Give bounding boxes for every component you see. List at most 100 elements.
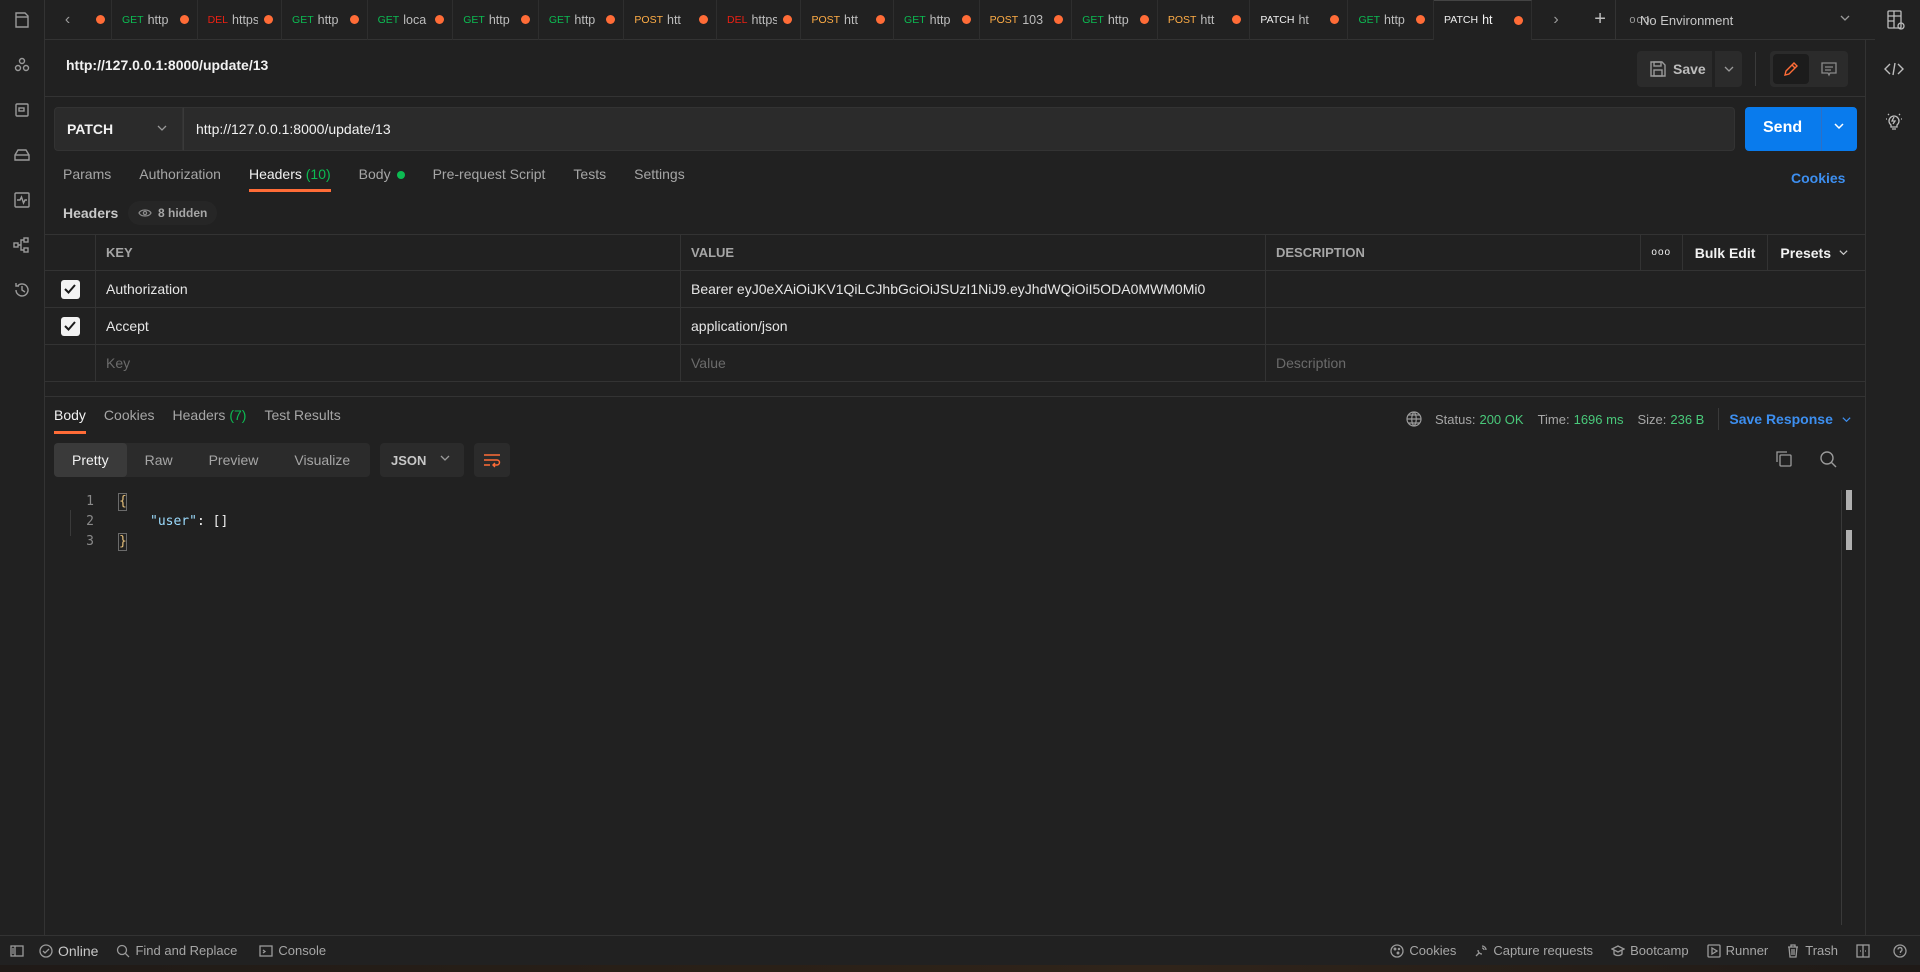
row-checkbox[interactable] bbox=[60, 279, 80, 299]
header-value[interactable]: application/json bbox=[680, 308, 1265, 344]
scrollbar-marker[interactable] bbox=[1846, 490, 1852, 510]
response-tab-body[interactable]: Body bbox=[54, 407, 86, 434]
wrap-lines-button[interactable] bbox=[474, 443, 510, 477]
scrollbar-marker[interactable] bbox=[1846, 530, 1852, 550]
environment-quick-look-icon[interactable] bbox=[1886, 9, 1906, 34]
request-tab[interactable]: GET http bbox=[112, 0, 198, 40]
view-preview[interactable]: Preview bbox=[191, 443, 277, 477]
header-key[interactable]: Accept bbox=[95, 308, 680, 344]
request-tab[interactable]: PATCH ht bbox=[1250, 0, 1349, 40]
apis-icon[interactable] bbox=[12, 100, 32, 120]
new-file-icon[interactable] bbox=[12, 10, 32, 30]
request-tab[interactable]: GET http bbox=[1072, 0, 1158, 40]
request-tab[interactable]: GET http bbox=[894, 0, 980, 40]
view-raw[interactable]: Raw bbox=[127, 443, 191, 477]
header-key[interactable]: Authorization bbox=[95, 271, 680, 307]
editor-scrollbar-track[interactable] bbox=[1841, 490, 1842, 925]
bootcamp-button[interactable]: Bootcamp bbox=[1611, 943, 1689, 958]
history-icon[interactable] bbox=[12, 280, 32, 300]
unsaved-dot-icon bbox=[876, 15, 886, 24]
monitors-icon[interactable] bbox=[12, 190, 32, 210]
chevron-down-icon[interactable] bbox=[1841, 414, 1852, 425]
code-snippet-icon[interactable] bbox=[1883, 58, 1905, 80]
response-tab-headers[interactable]: Headers (7) bbox=[173, 407, 247, 434]
format-select[interactable]: JSON bbox=[380, 443, 464, 477]
request-tab[interactable]: PATCH ht bbox=[1434, 0, 1533, 40]
edit-mode-button[interactable] bbox=[1773, 54, 1809, 84]
status-value[interactable]: 200 OK bbox=[1479, 412, 1523, 427]
hidden-headers-toggle[interactable]: 8 hidden bbox=[128, 201, 218, 225]
tab-headers[interactable]: Headers (10) bbox=[248, 166, 331, 192]
runner-button[interactable]: Runner bbox=[1706, 943, 1768, 958]
header-value[interactable]: Bearer eyJ0eXAiOiJKV1QiLCJhbGciOiJSUzI1N… bbox=[680, 271, 1265, 307]
presets-dropdown[interactable]: Presets bbox=[1767, 235, 1865, 270]
environments-icon[interactable] bbox=[12, 145, 32, 165]
find-replace-button[interactable]: Find and Replace bbox=[116, 943, 237, 958]
search-icon[interactable] bbox=[1819, 450, 1837, 468]
tab-body[interactable]: Body bbox=[359, 166, 405, 192]
cookies-button[interactable]: Cookies bbox=[1390, 943, 1456, 958]
request-tab[interactable] bbox=[90, 0, 112, 40]
response-divider[interactable] bbox=[45, 396, 1865, 397]
request-tab[interactable]: DEL https bbox=[717, 0, 802, 40]
tabs-scroll-left-icon[interactable]: ‹ bbox=[45, 0, 90, 40]
toggle-sidebar-icon[interactable] bbox=[10, 944, 29, 958]
send-dropdown-icon[interactable] bbox=[1833, 119, 1845, 137]
view-pretty[interactable]: Pretty bbox=[54, 443, 127, 477]
request-tab[interactable]: POST htt bbox=[801, 0, 895, 40]
trash-button[interactable]: Trash bbox=[1786, 943, 1838, 958]
new-key-input[interactable]: Key bbox=[95, 345, 680, 381]
status-label: Status: bbox=[1435, 411, 1476, 427]
request-tab[interactable]: GET http bbox=[539, 0, 625, 40]
request-tab[interactable]: POST htt bbox=[1158, 0, 1251, 40]
help-icon[interactable] bbox=[1893, 943, 1912, 958]
request-tab[interactable]: GET http bbox=[1348, 0, 1435, 40]
save-button[interactable]: Save bbox=[1637, 51, 1712, 87]
url-input[interactable]: http://127.0.0.1:8000/update/13 bbox=[183, 107, 1735, 151]
request-tab[interactable]: POST 103 bbox=[980, 0, 1073, 40]
new-description-input[interactable]: Description bbox=[1265, 345, 1865, 381]
time-label: Time: bbox=[1537, 411, 1570, 427]
tab-pre-request-script[interactable]: Pre-request Script bbox=[433, 166, 546, 192]
globe-icon[interactable] bbox=[1405, 410, 1423, 428]
method-select[interactable]: PATCH bbox=[54, 107, 183, 151]
flows-icon[interactable] bbox=[12, 235, 32, 255]
save-response-button[interactable]: Save Response bbox=[1729, 411, 1833, 427]
capture-requests-button[interactable]: Capture requests bbox=[1474, 943, 1593, 958]
tab-tests[interactable]: Tests bbox=[573, 166, 606, 192]
request-tab[interactable]: DEL https bbox=[198, 0, 283, 40]
comments-mode-button[interactable] bbox=[1812, 54, 1845, 84]
request-tab[interactable]: GET http bbox=[282, 0, 368, 40]
request-tab[interactable]: POST htt bbox=[624, 0, 717, 40]
lightbulb-icon[interactable] bbox=[1883, 110, 1905, 132]
cookies-link[interactable]: Cookies bbox=[1791, 170, 1845, 186]
request-tab[interactable]: GET loca bbox=[368, 0, 454, 40]
new-value-input[interactable]: Value bbox=[680, 345, 1265, 381]
tab-authorization[interactable]: Authorization bbox=[139, 166, 221, 192]
response-tab-test-results[interactable]: Test Results bbox=[264, 407, 340, 434]
request-title[interactable]: http://127.0.0.1:8000/update/13 bbox=[66, 57, 268, 73]
request-tab[interactable]: GET http bbox=[453, 0, 539, 40]
collections-icon[interactable] bbox=[12, 55, 32, 75]
table-more-icon[interactable]: ooo bbox=[1639, 235, 1682, 270]
tab-params[interactable]: Params bbox=[63, 166, 111, 192]
row-checkbox[interactable] bbox=[60, 316, 80, 336]
view-visualize[interactable]: Visualize bbox=[276, 443, 368, 477]
console-button[interactable]: Console bbox=[259, 943, 326, 958]
save-dropdown-button[interactable] bbox=[1715, 51, 1742, 87]
tab-settings[interactable]: Settings bbox=[634, 166, 685, 192]
copy-icon[interactable] bbox=[1775, 450, 1793, 468]
time-value[interactable]: 1696 ms bbox=[1574, 412, 1624, 427]
two-pane-view-icon[interactable] bbox=[1856, 943, 1875, 958]
header-description[interactable] bbox=[1265, 271, 1865, 307]
tab-label: Body bbox=[358, 166, 391, 182]
response-tab-cookies[interactable]: Cookies bbox=[104, 407, 155, 434]
header-description[interactable] bbox=[1265, 308, 1865, 344]
environment-selector[interactable]: No Environment bbox=[1615, 0, 1865, 40]
send-label: Send bbox=[1763, 119, 1803, 136]
online-status[interactable]: Online bbox=[39, 943, 98, 959]
bulk-edit-button[interactable]: Bulk Edit bbox=[1681, 235, 1768, 270]
send-button[interactable]: Send bbox=[1745, 107, 1857, 151]
size-value[interactable]: 236 B bbox=[1670, 412, 1704, 427]
tabs-scroll-right-icon[interactable]: › bbox=[1532, 0, 1580, 40]
